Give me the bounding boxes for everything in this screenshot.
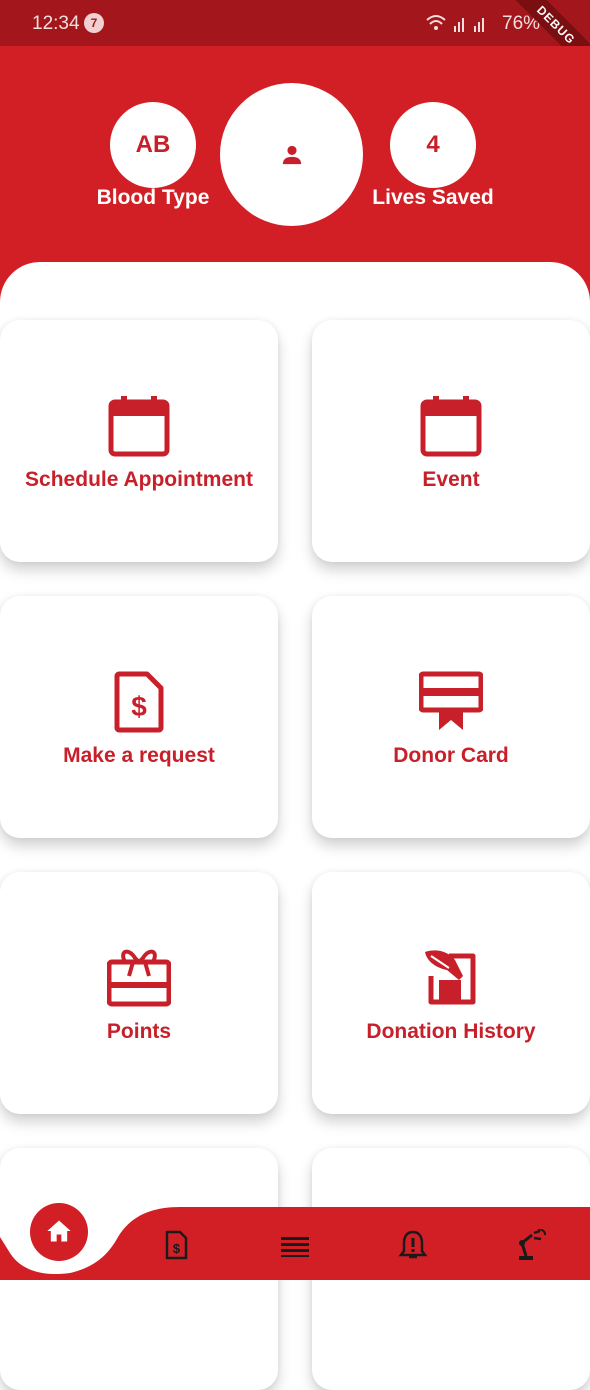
svg-text:$: $	[173, 1241, 181, 1256]
card-label: Make a request	[63, 744, 215, 767]
gift-card-icon	[107, 949, 171, 1007]
card-label: Event	[422, 468, 480, 491]
make-request-card[interactable]: $ Make a request	[0, 596, 278, 838]
notification-badge: 7	[84, 13, 104, 33]
status-bar: 12:34 7 76% DEBUG	[0, 0, 590, 83]
alert-bell-icon[interactable]	[397, 1229, 429, 1261]
home-nav-button[interactable]	[30, 1203, 88, 1261]
calendar-icon	[108, 396, 170, 457]
avatar[interactable]	[220, 83, 363, 226]
calendar-icon	[420, 396, 482, 457]
card-label: Points	[106, 1020, 172, 1043]
robot-arm-icon[interactable]	[516, 1229, 548, 1261]
home-icon	[47, 1220, 71, 1242]
donor-card-card[interactable]: Donor Card	[312, 596, 590, 838]
card-label: Donor Card	[393, 744, 509, 767]
status-time: 12:34	[32, 13, 80, 34]
event-card[interactable]: Event	[312, 320, 590, 562]
donation-history-card[interactable]: Donation History	[312, 872, 590, 1114]
blood-type-value: AB	[110, 102, 196, 188]
history-pen-icon	[425, 950, 476, 1005]
blood-type-label: Blood Type	[96, 186, 210, 209]
lives-saved-label: Lives Saved	[372, 186, 494, 209]
dollar-document-icon[interactable]: $	[160, 1229, 192, 1261]
schedule-appointment-card[interactable]: Schedule Appointment	[0, 320, 278, 562]
menu-lines-icon[interactable]	[279, 1229, 311, 1261]
points-card[interactable]: Points	[0, 872, 278, 1114]
person-icon	[282, 145, 302, 165]
signal-wifi-icon	[426, 15, 484, 32]
card-label: Donation History	[366, 1020, 536, 1043]
lives-saved-value: 4	[390, 102, 476, 188]
card-label: Schedule Appointment	[25, 468, 253, 491]
card-ribbon-icon	[419, 671, 483, 730]
svg-text:$: $	[131, 691, 147, 722]
dollar-document-icon: $	[114, 671, 164, 733]
